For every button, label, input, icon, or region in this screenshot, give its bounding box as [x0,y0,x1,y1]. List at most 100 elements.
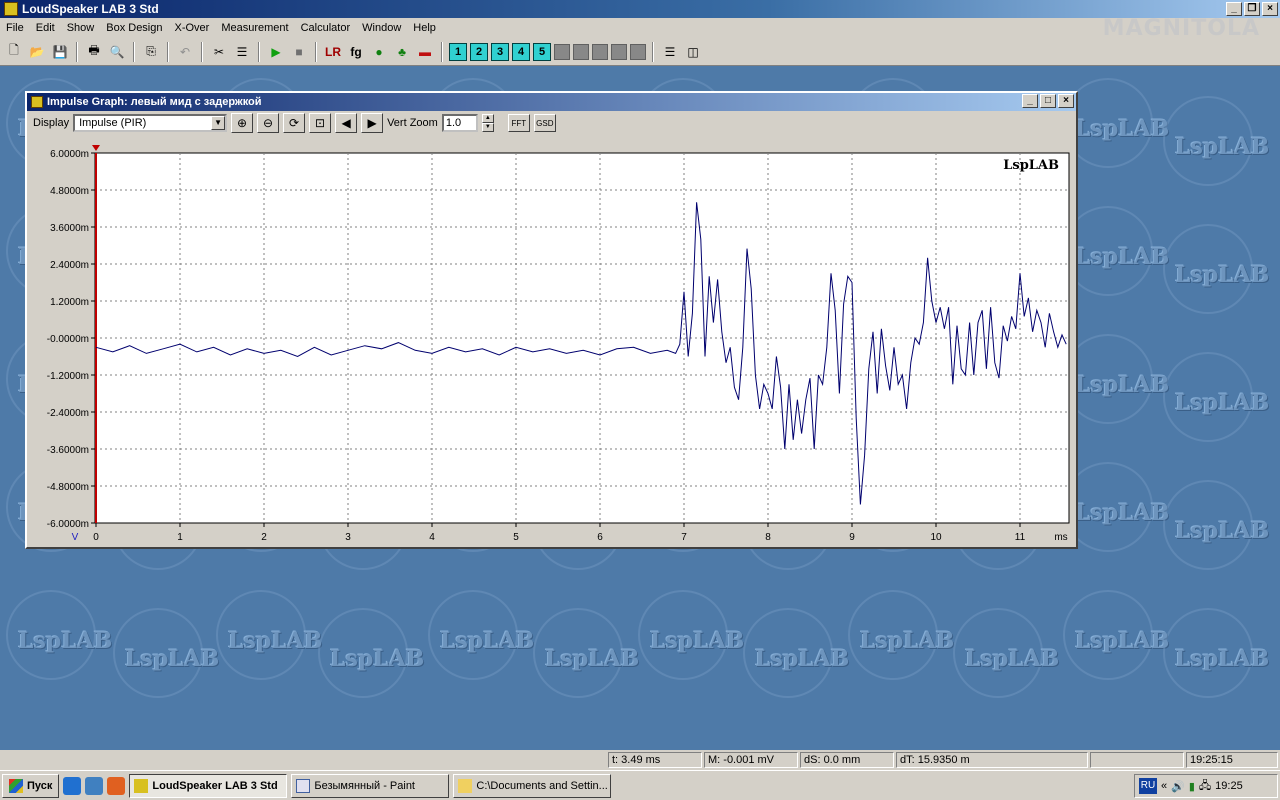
watermark-text: LspLAB [860,628,955,654]
chevron-down-icon[interactable]: ▼ [211,116,226,130]
watermark-text: LspLAB [18,628,113,654]
fft-button[interactable]: FFT [507,114,530,132]
volume-icon[interactable]: 🔊 [1171,780,1185,793]
impulse-graph-window: Impulse Graph: левый мид с задержкой _ □… [25,91,1078,549]
equalizer-icon[interactable]: ☰ [232,42,252,62]
menu-window[interactable]: Window [356,22,407,34]
open-icon[interactable]: 📂 [27,42,47,62]
y-tick-label: -6.0000m [47,519,89,530]
undo-icon[interactable]: ↶ [175,42,195,62]
preset-5-button[interactable]: 5 [533,42,551,61]
speaker-icon [31,96,43,108]
minimize-button[interactable]: _ [1226,2,1242,16]
firefox-icon[interactable] [107,776,126,795]
preset-2-button[interactable]: 2 [470,42,488,61]
disabled-button[interactable] [611,43,627,60]
display-value: Impulse (PIR) [79,117,147,129]
battery-icon[interactable]: ▮ [1189,780,1195,793]
lr-icon[interactable]: LR [323,42,343,62]
y-tick-label: 2.4000m [50,260,89,271]
x-tick-label: 6 [597,532,603,543]
y-tick-label: -4.8000m [47,482,89,493]
network-icon[interactable]: 🖧 [1199,777,1211,796]
preset-4-button[interactable]: 4 [512,42,530,61]
zoom-reset-icon[interactable]: ⟳ [283,113,306,133]
start-button[interactable]: Пуск [2,773,60,798]
y-tick-label: 1.2000m [50,297,89,308]
disabled-button[interactable] [573,43,589,60]
menu-help[interactable]: Help [407,22,442,34]
close-button[interactable]: × [1262,2,1278,16]
zoom-in-icon[interactable]: ⊕ [231,113,254,133]
child-close-button[interactable]: × [1058,94,1074,108]
explorer-icon[interactable] [85,776,104,795]
y-tick-label: 6.0000m [50,149,89,160]
print-icon[interactable]: 🖶 [84,42,104,62]
arrow-left-icon[interactable]: ◀ [335,113,358,133]
graph-toolbar: Display Impulse (PIR) ▼ ⊕ ⊖ ⟳ ⊡ ◀ ▶ Vert… [27,111,1076,135]
task-explorer[interactable]: C:\Documents and Settin... [453,773,612,798]
chevron-left-icon[interactable]: « [1161,780,1167,792]
toolbar-separator [315,41,317,62]
tile-vertical-icon[interactable]: ◫ [683,42,703,62]
disabled-button[interactable] [630,43,646,60]
x-tick-label: 5 [513,532,519,543]
watermark-text: LspLAB [1175,262,1270,288]
x-tick-label: 10 [930,532,942,543]
system-tray: RU « 🔊 ▮ 🖧 19:25 [1134,774,1278,798]
status-dt: dT: 15.9350 m [896,752,1088,768]
toolbar-separator [201,41,203,62]
arrow-right-icon[interactable]: ▶ [361,113,384,133]
tree-icon[interactable]: ♣ [392,42,412,62]
disabled-button[interactable] [554,43,570,60]
child-minimize-button[interactable]: _ [1022,94,1038,108]
zoom-out-icon[interactable]: ⊖ [257,113,280,133]
child-maximize-button[interactable]: □ [1040,94,1056,108]
task-loudspeaker-lab[interactable]: LoudSpeaker LAB 3 Std [129,773,288,798]
print-preview-icon[interactable]: 🔍 [107,42,127,62]
gsd-button[interactable]: GSD [533,114,556,132]
zoom-fit-icon[interactable]: ⊡ [309,113,332,133]
fg-icon[interactable]: fg [346,42,366,62]
copy-icon[interactable]: ⎘ [141,42,161,62]
status-magnitude: M: -0.001 mV [704,752,798,768]
menu-edit[interactable]: Edit [30,22,61,34]
status-time: t: 3.49 ms [608,752,702,768]
play-icon[interactable]: ▶ [266,42,286,62]
app-icon [4,2,18,16]
ie-icon[interactable] [63,776,82,795]
status-ds: dS: 0.0 mm [800,752,894,768]
menu-x-over[interactable]: X-Over [169,22,216,34]
child-title: Impulse Graph: левый мид с задержкой [47,96,262,108]
vert-zoom-input[interactable]: 1.0 [441,114,478,132]
menu-box-design[interactable]: Box Design [100,22,168,34]
watermark-text: LspLAB [330,646,425,672]
preset-3-button[interactable]: 3 [491,42,509,61]
restore-button[interactable]: ❐ [1244,2,1260,16]
language-indicator[interactable]: RU [1139,778,1157,794]
preset-1-button[interactable]: 1 [449,42,467,61]
menu-file[interactable]: File [0,22,30,34]
red-chart-icon[interactable]: ▬ [415,42,435,62]
save-icon[interactable]: 💾 [50,42,70,62]
x-tick-label: 4 [429,532,435,543]
disabled-button[interactable] [592,43,608,60]
speaker-icon [134,778,149,793]
green-circle-icon[interactable]: ● [369,42,389,62]
app-title-bar: LoudSpeaker LAB 3 Std _ ❐ × [0,0,1280,18]
task-paint[interactable]: Безымянный - Paint [291,773,450,798]
new-icon[interactable]: 🗋 [4,42,24,62]
tools-icon[interactable]: ✂ [209,42,229,62]
menu-show[interactable]: Show [61,22,101,34]
display-select[interactable]: Impulse (PIR) ▼ [73,114,228,132]
vert-zoom-label: Vert Zoom [387,117,438,129]
tile-horizontal-icon[interactable]: ☰ [660,42,680,62]
watermark-text: LspLAB [545,646,640,672]
menu-calculator[interactable]: Calculator [295,22,357,34]
x-tick-label: 8 [765,532,771,543]
watermark-text: LspLAB [1175,134,1270,160]
menu-measurement[interactable]: Measurement [215,22,294,34]
impulse-chart[interactable]: 6.0000m 4.8000m 3.6000m 2.4000m 1.2000m -0.00… [27,137,1076,547]
vert-zoom-spinner[interactable]: ▲ ▼ [481,114,494,132]
stop-icon[interactable]: ■ [289,42,309,62]
